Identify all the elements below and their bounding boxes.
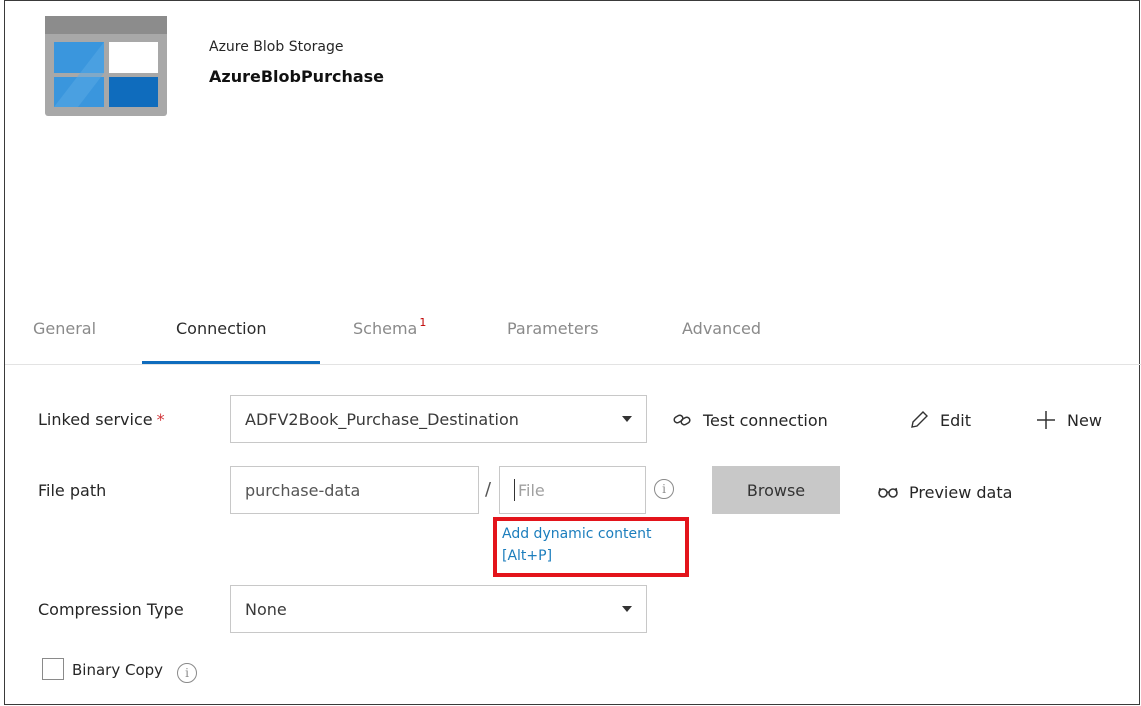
link-icon [671,409,693,431]
chevron-down-icon [622,606,632,612]
tab-parameters[interactable]: Parameters [507,319,599,338]
tab-advanced[interactable]: Advanced [682,319,761,338]
preview-data-label: Preview data [909,482,1013,502]
edit-button[interactable]: Edit [908,409,971,431]
linked-service-value: ADFV2Book_Purchase_Destination [245,409,519,429]
glasses-icon [877,481,899,503]
new-label: New [1067,410,1102,430]
preview-data-button[interactable]: Preview data [877,481,1012,503]
tab-bar: General Connection Schema 1 Parameters Ad… [5,313,1141,365]
test-connection-label: Test connection [703,410,828,430]
container-input[interactable]: purchase-data [230,466,479,514]
info-icon[interactable]: i [177,663,197,683]
new-button[interactable]: New [1035,409,1102,431]
active-tab-indicator [142,361,320,364]
chevron-down-icon [622,416,632,422]
plus-icon [1035,409,1057,431]
info-icon[interactable]: i [654,479,674,499]
azure-blob-storage-icon [45,16,167,116]
pencil-icon [908,409,930,431]
file-path-label: File path [38,481,107,500]
add-dynamic-content-shortcut: [Alt+P] [502,548,553,564]
dataset-panel: Azure Blob Storage AzureBlobPurchase Gen… [4,0,1141,705]
tab-connection[interactable]: Connection [176,319,267,338]
edit-label: Edit [940,410,971,430]
linked-service-label-text: Linked service [38,410,153,429]
browse-button[interactable]: Browse [712,466,840,514]
compression-type-value: None [245,599,287,619]
path-separator: / [485,479,492,500]
dataset-name: AzureBlobPurchase [209,67,385,86]
compression-type-label: Compression Type [38,600,184,619]
text-cursor [514,479,515,501]
schema-badge: 1 [419,316,427,329]
add-dynamic-content-link[interactable]: Add dynamic content [Alt+P] [502,523,651,567]
binary-copy-label: Binary Copy [72,661,164,679]
linked-service-label: Linked service * [38,410,165,429]
linked-service-select[interactable]: ADFV2Book_Purchase_Destination [230,395,647,443]
required-marker: * [156,410,165,429]
compression-type-select[interactable]: None [230,585,647,633]
file-input[interactable]: File [499,466,646,514]
tab-schema[interactable]: Schema 1 [353,316,427,338]
dataset-type-label: Azure Blob Storage [209,39,344,55]
test-connection-button[interactable]: Test connection [671,409,828,431]
binary-copy-checkbox[interactable] [42,658,64,680]
file-placeholder: File [518,480,545,500]
tab-schema-label: Schema [353,319,418,338]
container-value: purchase-data [245,480,361,500]
tab-general[interactable]: General [33,319,96,338]
add-dynamic-content-text: Add dynamic content [502,526,652,542]
